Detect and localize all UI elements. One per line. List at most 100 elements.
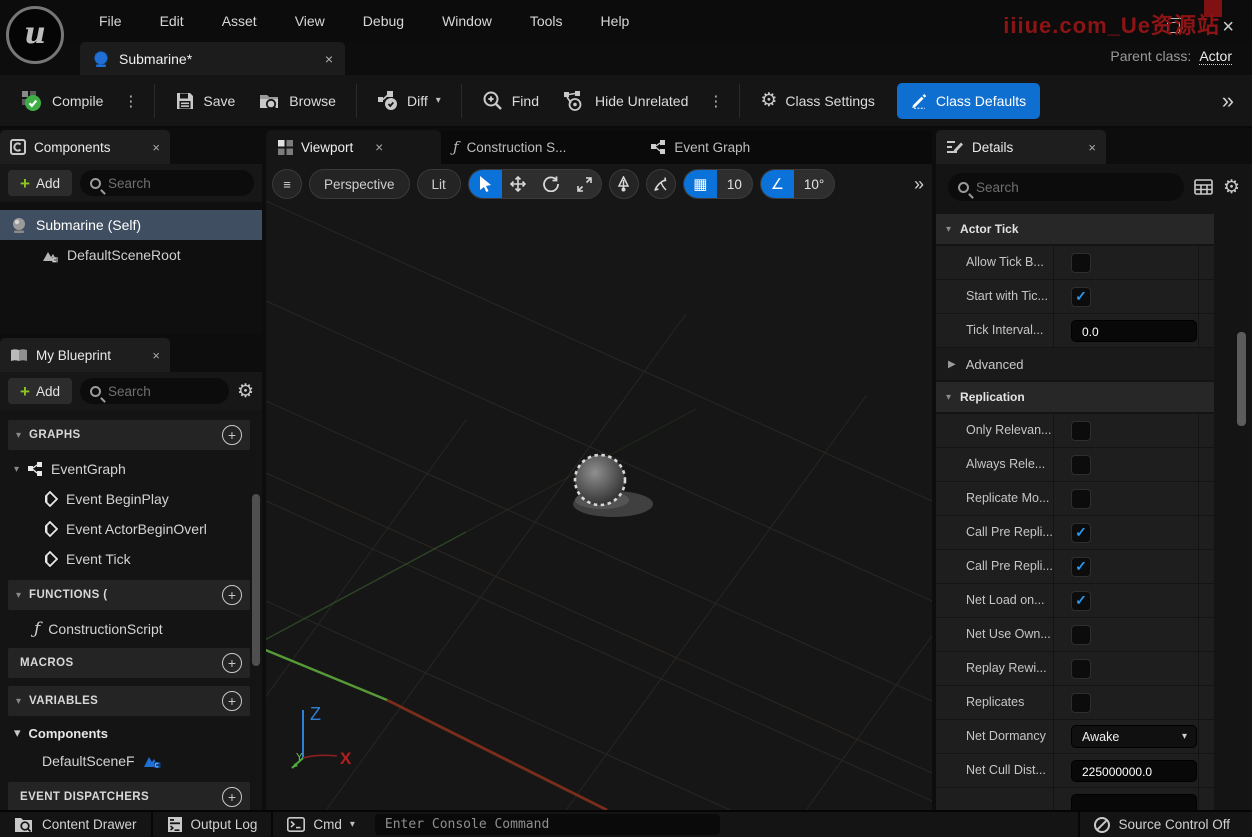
- select-tool-button[interactable]: [468, 170, 502, 198]
- tab-event-graph[interactable]: Event Graph: [638, 130, 762, 164]
- event-item[interactable]: Event BeginPlay: [8, 484, 250, 514]
- macros-section-header[interactable]: MACROS +: [8, 648, 250, 678]
- viewport-options-menu-icon[interactable]: ≡: [272, 169, 302, 199]
- asset-tab-close-icon[interactable]: ×: [325, 51, 333, 67]
- property-checkbox[interactable]: [1071, 590, 1091, 611]
- my-blueprint-search-input[interactable]: [107, 383, 219, 399]
- grid-snap-value[interactable]: 10: [717, 170, 752, 198]
- browse-button[interactable]: Browse: [249, 81, 346, 121]
- details-search-input[interactable]: [976, 179, 1174, 195]
- tab-viewport[interactable]: Viewport ×: [266, 130, 441, 164]
- menu-item[interactable]: Window: [423, 13, 511, 29]
- window-close-icon[interactable]: ×: [1222, 16, 1234, 39]
- property-checkbox[interactable]: [1071, 420, 1091, 441]
- rotation-snap-value[interactable]: 10°: [794, 170, 834, 198]
- property-checkbox[interactable]: [1071, 522, 1091, 543]
- grid-snap-toggle[interactable]: ▦: [683, 170, 717, 198]
- graphs-section-header[interactable]: ▾ GRAPHS +: [8, 420, 250, 450]
- property-checkbox[interactable]: [1071, 692, 1091, 713]
- add-graph-icon[interactable]: +: [222, 425, 242, 445]
- scale-tool-button[interactable]: [568, 170, 601, 198]
- property-checkbox[interactable]: [1071, 252, 1091, 273]
- tab-construction-script[interactable]: ƒ Construction S...: [441, 130, 578, 164]
- details-settings-gear-icon[interactable]: ⚙: [1223, 178, 1240, 197]
- viewport-3d[interactable]: ≡ Perspective Lit ▦ 10 ∠ 10° » Z X Y: [266, 164, 932, 810]
- surface-snapping-button[interactable]: [645, 169, 676, 199]
- rotate-tool-button[interactable]: [535, 170, 568, 198]
- property-input[interactable]: 225000000.0: [1071, 759, 1197, 782]
- coordinate-space-button[interactable]: [608, 169, 639, 199]
- perspective-selector[interactable]: Perspective: [309, 169, 410, 199]
- my-blueprint-tab[interactable]: My Blueprint ×: [0, 338, 170, 372]
- rotation-snap-toggle[interactable]: ∠: [760, 170, 794, 198]
- add-macro-icon[interactable]: +: [222, 653, 242, 673]
- variables-components-subsection[interactable]: ▾ Components: [8, 720, 250, 746]
- my-blueprint-add-button[interactable]: + Add: [8, 378, 72, 404]
- details-search-box[interactable]: [948, 173, 1184, 201]
- components-search-box[interactable]: [79, 170, 254, 196]
- add-function-icon[interactable]: +: [222, 585, 242, 605]
- construction-script-item[interactable]: ƒ ConstructionScript: [8, 614, 250, 644]
- lit-mode-selector[interactable]: Lit: [416, 169, 461, 199]
- menu-item[interactable]: Edit: [141, 13, 203, 29]
- output-log-button[interactable]: Output Log: [153, 811, 274, 837]
- property-select[interactable]: Awake ▾: [1071, 725, 1197, 748]
- menu-item[interactable]: Asset: [203, 13, 276, 29]
- menu-item[interactable]: Debug: [344, 13, 423, 29]
- event-dispatchers-section-header[interactable]: EVENT DISPATCHERS +: [8, 782, 250, 810]
- components-add-button[interactable]: + Add: [8, 170, 72, 196]
- property-input[interactable]: [1071, 793, 1197, 810]
- find-button[interactable]: Find: [472, 81, 549, 121]
- class-defaults-button[interactable]: Class Defaults: [896, 82, 1041, 119]
- save-button[interactable]: Save: [165, 81, 245, 121]
- property-matrix-icon[interactable]: [1194, 179, 1213, 195]
- details-panel-close-icon[interactable]: ×: [1088, 140, 1096, 155]
- property-input[interactable]: 0.0: [1071, 319, 1197, 342]
- add-variable-icon[interactable]: +: [222, 691, 242, 711]
- menu-item[interactable]: File: [80, 13, 141, 29]
- asset-tab-submarine[interactable]: Submarine* ×: [80, 42, 345, 75]
- replication-section-header[interactable]: ▾ Replication: [936, 382, 1214, 412]
- variable-default-scene-item[interactable]: DefaultSceneF: [8, 746, 250, 776]
- hide-unrelated-kebab-icon[interactable]: ⋮: [702, 92, 729, 110]
- advanced-expander[interactable]: ▶ Advanced: [936, 348, 1214, 380]
- event-item[interactable]: Event Tick: [8, 544, 250, 574]
- details-tab[interactable]: Details ×: [936, 130, 1106, 164]
- menu-item[interactable]: Help: [582, 13, 649, 29]
- cmd-selector[interactable]: Cmd ▾: [273, 811, 369, 837]
- my-blueprint-search-box[interactable]: [79, 378, 229, 404]
- details-scrollbar[interactable]: [1237, 332, 1246, 426]
- property-checkbox[interactable]: [1071, 556, 1091, 577]
- functions-section-header[interactable]: ▾ FUNCTIONS ( +: [8, 580, 250, 610]
- tree-item-default-scene-root[interactable]: DefaultSceneRoot: [0, 240, 262, 270]
- property-checkbox[interactable]: [1071, 658, 1091, 679]
- my-blueprint-settings-gear-icon[interactable]: ⚙: [237, 382, 254, 401]
- console-command-box[interactable]: [374, 814, 720, 835]
- parent-class-link[interactable]: Actor: [1199, 48, 1232, 65]
- event-item[interactable]: Event ActorBeginOverl: [8, 514, 250, 544]
- class-settings-button[interactable]: ⚙ Class Settings: [750, 81, 885, 121]
- diff-button[interactable]: Diff ▾: [367, 81, 451, 121]
- variables-section-header[interactable]: ▾ VARIABLES +: [8, 686, 250, 716]
- compile-button[interactable]: Compile: [10, 81, 113, 121]
- actor-tick-section-header[interactable]: ▾ Actor Tick: [936, 214, 1214, 244]
- my-blueprint-scrollbar[interactable]: [252, 494, 260, 666]
- components-panel-close-icon[interactable]: ×: [152, 140, 160, 155]
- add-event-dispatcher-icon[interactable]: +: [222, 787, 242, 807]
- property-checkbox[interactable]: [1071, 488, 1091, 509]
- hide-unrelated-button[interactable]: Hide Unrelated: [553, 81, 698, 121]
- content-drawer-button[interactable]: Content Drawer: [0, 811, 153, 837]
- my-blueprint-panel-close-icon[interactable]: ×: [152, 348, 160, 363]
- move-tool-button[interactable]: [502, 170, 535, 198]
- compile-options-kebab-icon[interactable]: ⋮: [117, 92, 144, 110]
- components-tab[interactable]: Components ×: [0, 130, 170, 164]
- menu-item[interactable]: View: [276, 13, 344, 29]
- toolbar-overflow-chevrons-icon[interactable]: »: [1222, 88, 1242, 114]
- event-graph-item[interactable]: ▾ EventGraph: [8, 454, 250, 484]
- source-control-button[interactable]: Source Control Off: [1078, 811, 1252, 837]
- tree-item-submarine-self[interactable]: Submarine (Self): [0, 210, 262, 240]
- tab-viewport-close-icon[interactable]: ×: [375, 140, 383, 155]
- components-search-input[interactable]: [107, 175, 244, 191]
- property-checkbox[interactable]: [1071, 286, 1091, 307]
- menu-item[interactable]: Tools: [511, 13, 582, 29]
